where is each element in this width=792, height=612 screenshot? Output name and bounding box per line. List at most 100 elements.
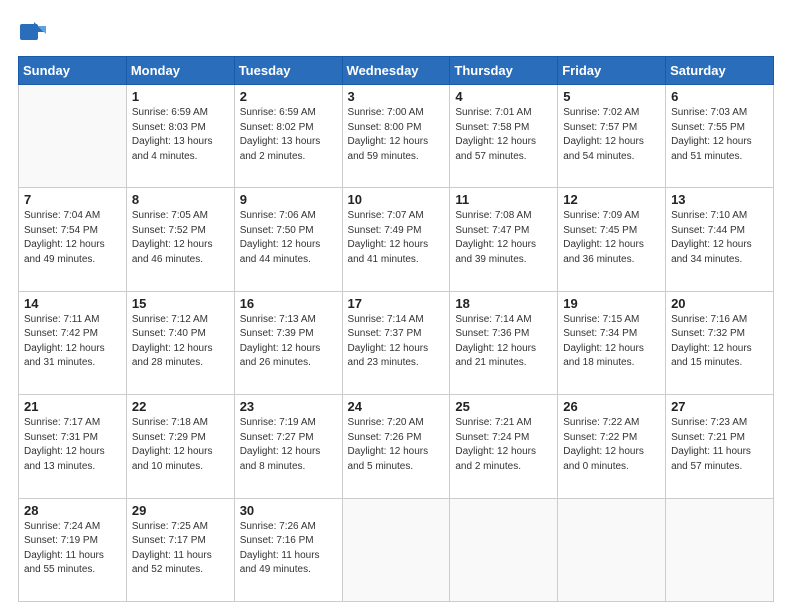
day-number: 8 <box>132 192 229 207</box>
calendar-week-row: 28 Sunrise: 7:24 AMSunset: 7:19 PMDayligh… <box>19 498 774 601</box>
day-number: 7 <box>24 192 121 207</box>
day-number: 19 <box>563 296 660 311</box>
day-info: Sunrise: 7:19 AMSunset: 7:27 PMDaylight:… <box>240 416 337 474</box>
calendar-cell <box>19 85 127 188</box>
calendar-cell: 26Sunrise: 7:22 AMSunset: 7:22 PMDayligh… <box>558 395 666 498</box>
day-info: Sunrise: 7:22 AMSunset: 7:22 PMDaylight:… <box>563 416 660 474</box>
calendar: SundayMondayTuesdayWednesdayThursdayFrid… <box>18 56 774 602</box>
day-info: Sunrise: 7:02 AMSunset: 7:57 PMDaylight:… <box>563 106 660 164</box>
calendar-cell <box>450 498 558 601</box>
day-number: 6 <box>671 89 768 104</box>
day-info: Sunrise: 7:14 AMSunset: 7:37 PMDaylight:… <box>348 313 445 371</box>
calendar-cell: 4Sunrise: 7:01 AMSunset: 7:58 PMDaylight… <box>450 85 558 188</box>
day-number: 13 <box>671 192 768 207</box>
calendar-cell: 16 Sunrise: 7:13 AMSunset: 7:39 PMDayligh… <box>234 291 342 394</box>
weekday-header-thursday: Thursday <box>450 57 558 85</box>
calendar-cell: 19 Sunrise: 7:15 AMSunset: 7:34 PMDayligh… <box>558 291 666 394</box>
calendar-cell <box>342 498 450 601</box>
weekday-header-tuesday: Tuesday <box>234 57 342 85</box>
day-number: 12 <box>563 192 660 207</box>
calendar-cell: 29 Sunrise: 7:25 AMSunset: 7:17 PMDayligh… <box>126 498 234 601</box>
day-number: 25 <box>455 399 552 414</box>
day-info: Sunrise: 7:24 AMSunset: 7:19 PMDaylight:… <box>24 520 121 578</box>
day-info: Sunrise: 7:13 AMSunset: 7:39 PMDaylight:… <box>240 313 337 371</box>
day-number: 30 <box>240 503 337 518</box>
day-info: Sunrise: 7:12 AMSunset: 7:40 PMDaylight:… <box>132 313 229 371</box>
day-number: 5 <box>563 89 660 104</box>
day-number: 2 <box>240 89 337 104</box>
day-info: Sunrise: 7:21 AMSunset: 7:24 PMDaylight:… <box>455 416 552 474</box>
calendar-cell: 24 Sunrise: 7:20 AMSunset: 7:26 PMDayligh… <box>342 395 450 498</box>
day-info: Sunrise: 7:16 AMSunset: 7:32 PMDaylight:… <box>671 313 768 371</box>
day-number: 21 <box>24 399 121 414</box>
calendar-cell <box>666 498 774 601</box>
day-number: 1 <box>132 89 229 104</box>
calendar-cell <box>558 498 666 601</box>
day-info: Sunrise: 7:07 AMSunset: 7:49 PMDaylight:… <box>348 209 445 267</box>
calendar-cell: 17Sunrise: 7:14 AMSunset: 7:37 PMDayligh… <box>342 291 450 394</box>
calendar-week-row: 1 Sunrise: 6:59 AMSunset: 8:03 PMDaylight… <box>19 85 774 188</box>
logo <box>18 18 50 46</box>
page-header <box>18 18 774 46</box>
day-info: Sunrise: 6:59 AMSunset: 8:02 PMDaylight:… <box>240 106 337 164</box>
calendar-cell: 9Sunrise: 7:06 AMSunset: 7:50 PMDaylight… <box>234 188 342 291</box>
calendar-week-row: 14 Sunrise: 7:11 AMSunset: 7:42 PMDayligh… <box>19 291 774 394</box>
day-info: Sunrise: 7:03 AMSunset: 7:55 PMDaylight:… <box>671 106 768 164</box>
calendar-cell: 27 Sunrise: 7:23 AMSunset: 7:21 PMDayligh… <box>666 395 774 498</box>
calendar-cell: 28 Sunrise: 7:24 AMSunset: 7:19 PMDayligh… <box>19 498 127 601</box>
calendar-cell: 13 Sunrise: 7:10 AMSunset: 7:44 PMDayligh… <box>666 188 774 291</box>
day-info: Sunrise: 7:15 AMSunset: 7:34 PMDaylight:… <box>563 313 660 371</box>
day-info: Sunrise: 7:14 AMSunset: 7:36 PMDaylight:… <box>455 313 552 371</box>
day-number: 16 <box>240 296 337 311</box>
logo-icon <box>18 18 46 46</box>
calendar-cell: 14 Sunrise: 7:11 AMSunset: 7:42 PMDayligh… <box>19 291 127 394</box>
calendar-cell: 18 Sunrise: 7:14 AMSunset: 7:36 PMDayligh… <box>450 291 558 394</box>
calendar-cell: 5 Sunrise: 7:02 AMSunset: 7:57 PMDaylight… <box>558 85 666 188</box>
calendar-cell: 21 Sunrise: 7:17 AMSunset: 7:31 PMDayligh… <box>19 395 127 498</box>
calendar-cell: 22 Sunrise: 7:18 AMSunset: 7:29 PMDayligh… <box>126 395 234 498</box>
day-number: 4 <box>455 89 552 104</box>
day-info: Sunrise: 7:18 AMSunset: 7:29 PMDaylight:… <box>132 416 229 474</box>
weekday-header-row: SundayMondayTuesdayWednesdayThursdayFrid… <box>19 57 774 85</box>
day-number: 3 <box>348 89 445 104</box>
calendar-cell: 10 Sunrise: 7:07 AMSunset: 7:49 PMDayligh… <box>342 188 450 291</box>
day-number: 27 <box>671 399 768 414</box>
day-number: 22 <box>132 399 229 414</box>
day-info: Sunrise: 7:06 AMSunset: 7:50 PMDaylight:… <box>240 209 337 267</box>
day-number: 18 <box>455 296 552 311</box>
calendar-cell: 8 Sunrise: 7:05 AMSunset: 7:52 PMDaylight… <box>126 188 234 291</box>
calendar-cell: 3 Sunrise: 7:00 AMSunset: 8:00 PMDaylight… <box>342 85 450 188</box>
day-info: Sunrise: 7:25 AMSunset: 7:17 PMDaylight:… <box>132 520 229 578</box>
day-info: Sunrise: 7:20 AMSunset: 7:26 PMDaylight:… <box>348 416 445 474</box>
day-number: 20 <box>671 296 768 311</box>
day-number: 14 <box>24 296 121 311</box>
calendar-week-row: 7 Sunrise: 7:04 AMSunset: 7:54 PMDaylight… <box>19 188 774 291</box>
calendar-cell: 1 Sunrise: 6:59 AMSunset: 8:03 PMDaylight… <box>126 85 234 188</box>
calendar-cell: 7 Sunrise: 7:04 AMSunset: 7:54 PMDaylight… <box>19 188 127 291</box>
day-number: 10 <box>348 192 445 207</box>
calendar-cell: 20 Sunrise: 7:16 AMSunset: 7:32 PMDayligh… <box>666 291 774 394</box>
day-info: Sunrise: 7:00 AMSunset: 8:00 PMDaylight:… <box>348 106 445 164</box>
day-info: Sunrise: 7:17 AMSunset: 7:31 PMDaylight:… <box>24 416 121 474</box>
day-number: 24 <box>348 399 445 414</box>
day-info: Sunrise: 7:26 AMSunset: 7:16 PMDaylight:… <box>240 520 337 578</box>
day-info: Sunrise: 6:59 AMSunset: 8:03 PMDaylight:… <box>132 106 229 164</box>
day-info: Sunrise: 7:11 AMSunset: 7:42 PMDaylight:… <box>24 313 121 371</box>
weekday-header-friday: Friday <box>558 57 666 85</box>
day-info: Sunrise: 7:23 AMSunset: 7:21 PMDaylight:… <box>671 416 768 474</box>
day-number: 23 <box>240 399 337 414</box>
calendar-cell: 11Sunrise: 7:08 AMSunset: 7:47 PMDayligh… <box>450 188 558 291</box>
day-info: Sunrise: 7:04 AMSunset: 7:54 PMDaylight:… <box>24 209 121 267</box>
day-number: 15 <box>132 296 229 311</box>
day-info: Sunrise: 7:05 AMSunset: 7:52 PMDaylight:… <box>132 209 229 267</box>
weekday-header-sunday: Sunday <box>19 57 127 85</box>
calendar-cell: 12Sunrise: 7:09 AMSunset: 7:45 PMDayligh… <box>558 188 666 291</box>
weekday-header-saturday: Saturday <box>666 57 774 85</box>
calendar-week-row: 21 Sunrise: 7:17 AMSunset: 7:31 PMDayligh… <box>19 395 774 498</box>
weekday-header-monday: Monday <box>126 57 234 85</box>
calendar-cell: 30 Sunrise: 7:26 AMSunset: 7:16 PMDayligh… <box>234 498 342 601</box>
day-number: 28 <box>24 503 121 518</box>
day-info: Sunrise: 7:10 AMSunset: 7:44 PMDaylight:… <box>671 209 768 267</box>
calendar-cell: 6 Sunrise: 7:03 AMSunset: 7:55 PMDaylight… <box>666 85 774 188</box>
day-number: 29 <box>132 503 229 518</box>
